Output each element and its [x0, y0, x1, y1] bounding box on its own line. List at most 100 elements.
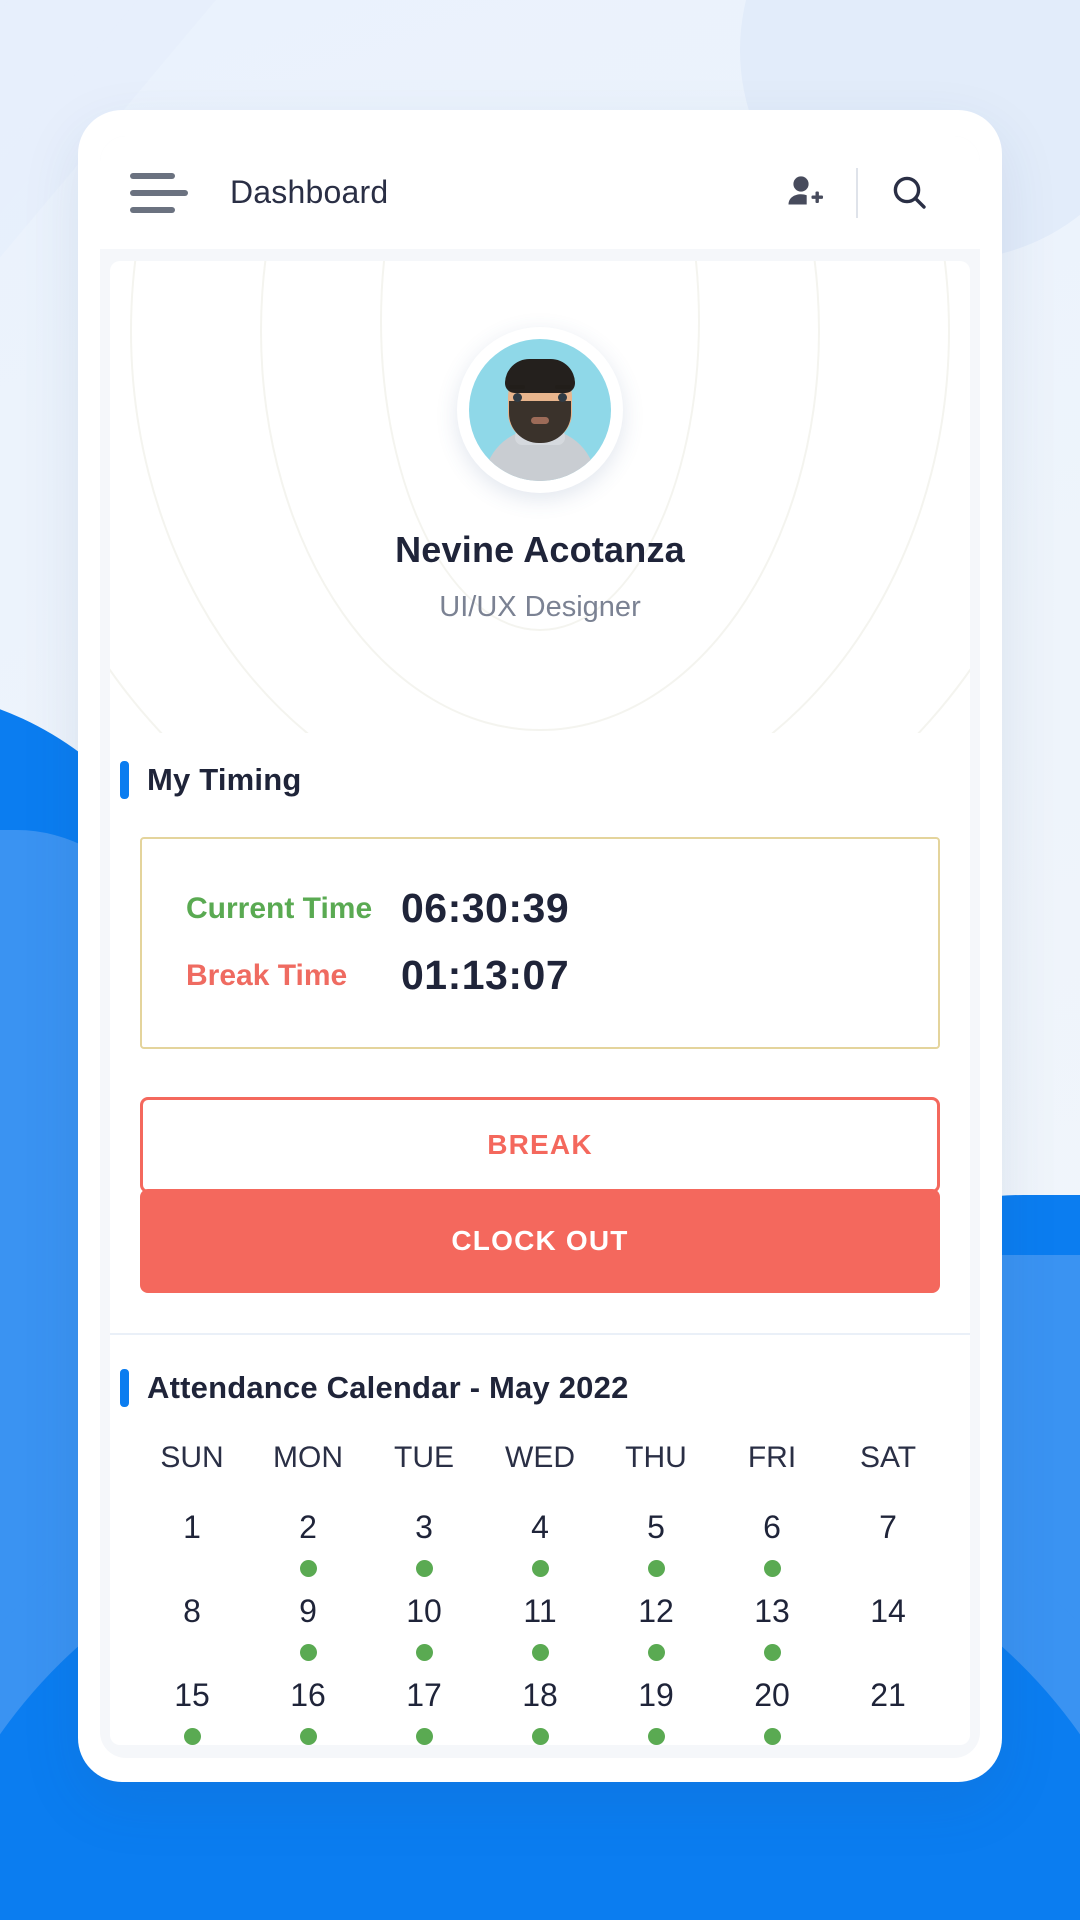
attendance-present-dot — [183, 1728, 201, 1745]
section-accent-bar — [120, 761, 129, 799]
calendar-day-cell[interactable]: 2 — [250, 1493, 366, 1577]
attendance-calendar-heading: Attendance Calendar - May 2022 — [110, 1369, 970, 1407]
section-title: My Timing — [147, 762, 302, 797]
calendar-day-number: 9 — [299, 1593, 317, 1629]
attendance-present-dot — [647, 1644, 665, 1661]
avatar-eye — [558, 393, 567, 402]
break-time-label: Break Time — [186, 958, 348, 992]
break-time-value: 01:13:07 — [401, 952, 570, 998]
calendar-day-cell[interactable]: 17 — [366, 1661, 482, 1745]
attendance-present-dot — [299, 1560, 317, 1577]
calendar-day-cell[interactable]: 9 — [250, 1577, 366, 1661]
search-icon[interactable] — [872, 155, 948, 231]
attendance-present-dot — [763, 1728, 781, 1745]
calendar-day-number: 10 — [406, 1593, 442, 1629]
calendar-weeks: 1 2 3 4 5 6 7 8 9 10 11 12 13 14 15 16 17 18 19 20 21 — [134, 1493, 946, 1745]
calendar-dow-mon: MON — [273, 1441, 343, 1474]
calendar-day-cell[interactable]: 13 — [714, 1577, 830, 1661]
avatar-eyebrow — [555, 385, 571, 389]
hamburger-line — [130, 172, 175, 179]
calendar-day-number: 12 — [638, 1593, 674, 1629]
calendar-day-number: 11 — [523, 1593, 557, 1629]
app-bar-actions — [766, 155, 948, 231]
calendar-day-number: 13 — [754, 1593, 790, 1629]
avatar[interactable] — [457, 327, 623, 493]
attendance-present-dot — [415, 1560, 433, 1577]
section-title: Attendance Calendar - May 2022 — [147, 1370, 629, 1405]
calendar-day-number: 8 — [183, 1593, 201, 1629]
calendar-day-number: 16 — [290, 1677, 326, 1713]
calendar-day-cell[interactable]: 6 — [714, 1493, 830, 1577]
calendar-day-number: 20 — [754, 1677, 790, 1713]
calendar-day-cell[interactable]: 7 — [830, 1493, 946, 1577]
profile-card: Nevine Acotanza UI/UX Designer — [110, 261, 970, 733]
attendance-calendar-section: Attendance Calendar - May 2022 SUN MON T… — [110, 1335, 970, 1745]
attendance-present-dot — [531, 1560, 549, 1577]
calendar-day-cell[interactable]: 3 — [366, 1493, 482, 1577]
avatar-mouth — [531, 417, 549, 424]
calendar-dow-fri: FRI — [747, 1441, 797, 1474]
calendar-day-number: 19 — [638, 1677, 674, 1713]
calendar-day-cell[interactable]: 16 — [250, 1661, 366, 1745]
profile-role: UI/UX Designer — [439, 591, 641, 623]
calendar-dow-thu: THU — [625, 1441, 687, 1474]
calendar-day-cell[interactable]: 11 — [482, 1577, 598, 1661]
calendar-week-row: 8 9 10 11 12 13 14 — [134, 1577, 946, 1661]
attendance-present-dot — [647, 1728, 665, 1745]
calendar-day-cell[interactable]: 1 — [134, 1493, 250, 1577]
profile-name: Nevine Acotanza — [395, 529, 685, 570]
my-timing-heading: My Timing — [110, 761, 970, 799]
calendar-day-cell[interactable]: 14 — [830, 1577, 946, 1661]
current-time-row: Current Time 06:30:39 — [142, 875, 938, 942]
break-time-row: Break Time 01:13:07 — [142, 942, 938, 1009]
calendar-day-number: 14 — [870, 1593, 906, 1629]
avatar-eye — [513, 393, 522, 402]
phone-device-frame: Dashboard Nevine Acotanza UI/UX Designer… — [78, 110, 1002, 1782]
attendance-present-dot — [299, 1644, 317, 1661]
calendar-day-number: 1 — [183, 1509, 201, 1545]
calendar-day-cell[interactable]: 18 — [482, 1661, 598, 1745]
hamburger-line — [130, 189, 188, 196]
calendar-day-cell[interactable]: 20 — [714, 1661, 830, 1745]
timing-values-box: Current Time 06:30:39 Break Time 01:13:0… — [140, 837, 940, 1049]
calendar-day-number: 21 — [870, 1677, 906, 1713]
timing-actions: BREAK CLOCK OUT — [140, 1097, 940, 1293]
calendar-dow-sat: SAT — [859, 1441, 917, 1474]
app-bar-divider — [856, 167, 858, 218]
calendar-day-number: 15 — [174, 1677, 210, 1713]
attendance-present-dot — [531, 1728, 549, 1745]
attendance-present-dot — [763, 1560, 781, 1577]
current-time-label: Current Time — [186, 891, 373, 925]
attendance-present-dot — [763, 1644, 781, 1661]
calendar-day-number: 7 — [879, 1509, 897, 1545]
break-button[interactable]: BREAK — [140, 1097, 940, 1193]
hamburger-menu-icon[interactable] — [128, 166, 190, 220]
add-person-icon[interactable] — [766, 155, 842, 231]
calendar-day-number: 2 — [299, 1509, 317, 1545]
my-timing-section: My Timing Current Time 06:30:39 Break Ti… — [110, 733, 970, 1333]
calendar-day-cell[interactable]: 12 — [598, 1577, 714, 1661]
calendar-day-cell[interactable]: 10 — [366, 1577, 482, 1661]
calendar-grid: SUN MON TUE WED THU FRI SAT 1 2 3 4 5 6 7 8 9 10 1… — [110, 1441, 970, 1745]
calendar-day-cell[interactable]: 19 — [598, 1661, 714, 1745]
page-title: Dashboard — [230, 174, 389, 210]
attendance-present-dot — [415, 1728, 433, 1745]
calendar-dow-tue: TUE — [394, 1441, 454, 1474]
calendar-day-cell[interactable]: 21 — [830, 1661, 946, 1745]
attendance-present-dot — [415, 1644, 433, 1661]
calendar-day-cell[interactable]: 15 — [134, 1661, 250, 1745]
calendar-day-cell[interactable]: 8 — [134, 1577, 250, 1661]
current-time-value: 06:30:39 — [401, 885, 570, 931]
calendar-day-headers: SUN MON TUE WED THU FRI SAT — [134, 1441, 946, 1493]
calendar-day-cell[interactable]: 4 — [482, 1493, 598, 1577]
calendar-week-row: 1 2 3 4 5 6 7 — [134, 1493, 946, 1577]
hamburger-line — [130, 206, 175, 213]
section-accent-bar — [120, 1369, 129, 1407]
avatar-photo — [469, 339, 611, 481]
calendar-day-cell[interactable]: 5 — [598, 1493, 714, 1577]
calendar-day-number: 17 — [406, 1677, 442, 1713]
phone-screen: Dashboard Nevine Acotanza UI/UX Designer… — [100, 136, 980, 1758]
attendance-present-dot — [299, 1728, 317, 1745]
clock-out-button[interactable]: CLOCK OUT — [140, 1189, 940, 1293]
attendance-present-dot — [647, 1560, 665, 1577]
